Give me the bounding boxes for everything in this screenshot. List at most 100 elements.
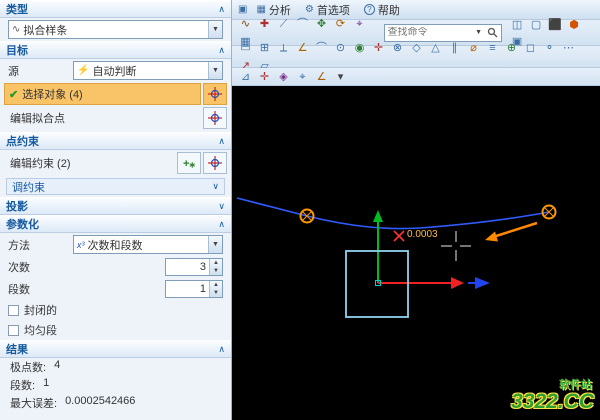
shaded-cube-icon[interactable]: ⬛ [547,16,564,33]
spinner-down-icon[interactable]: ▼ [210,267,222,275]
select-object-button[interactable]: ✔ 选择对象 (4) [4,83,201,105]
rotate-icon[interactable]: ⟳ [332,15,349,32]
arc-snap-icon[interactable]: ⌒ [313,39,330,56]
point-icon[interactable]: ✚ [256,15,273,32]
point-dialog-button[interactable] [203,83,227,105]
search-dropdown-arrow-icon[interactable]: ▼ [473,29,485,36]
chevron-up-icon[interactable]: ∧ [218,4,225,15]
add-constraint-button[interactable]: +⁎ [177,152,201,174]
section-header-parameterization[interactable]: 参数化 ∧ [0,215,231,233]
edit-constraints-row: 编辑约束 (2) +⁎ [0,150,231,176]
constraint-buttons: +⁎ [177,152,227,174]
source-dropdown[interactable]: ⚡ 自动判断 ▼ [73,61,223,80]
triangle-icon[interactable]: △ [427,39,444,56]
result-row-segments: 段数: 1 [0,376,231,394]
closed-checkbox[interactable] [8,304,19,316]
dropdown-more-icon[interactable]: ▾ [332,68,349,85]
degree-row: 次数 3 ▲ ▼ [0,256,231,278]
target-icon[interactable]: ⌖ [294,69,311,86]
chevron-up-icon[interactable]: ∧ [218,344,225,355]
view-layout-icon[interactable]: ◫ [509,16,526,33]
edit-fit-points-label: 编辑拟合点 [10,113,65,125]
type-dropdown[interactable]: ∿ 拟合样条 ▼ [8,20,223,39]
constraint-list-bar[interactable]: 调约束 ∨ [6,178,225,195]
section-header-constraints[interactable]: 点约束 ∧ [0,132,231,150]
dropdown-arrow-icon[interactable]: ▼ [208,236,222,253]
spinner-up-icon[interactable]: ▲ [210,259,222,267]
source-dropdown-value: 自动判断 [92,65,137,78]
selection-toolbar: ⊿ ✛ ◈ ⌖ ∠ ▾ [232,68,600,86]
closed-checkbox-row[interactable]: 封闭的 [0,300,231,320]
render-style-icon[interactable]: ▢ [528,16,545,33]
section-header-target[interactable]: 目标 ∧ [0,41,231,59]
tangent-arrow-handle[interactable] [485,221,538,242]
x-axis-arrow[interactable] [378,277,464,289]
plus-icon[interactable]: ✛ [256,68,273,85]
segments-spinner[interactable]: 1 ▲ ▼ [165,280,223,298]
square-icon[interactable]: ◻ [522,39,539,56]
error-x-marker [393,230,405,242]
window-icon[interactable]: ▣ [238,4,247,15]
crosshair-icon[interactable]: ✛ [370,39,387,56]
method-dropdown[interactable]: x³ 次数和段数 ▼ [73,235,223,254]
midpoint-icon[interactable]: ◉ [351,39,368,56]
dropdown-arrow-icon[interactable]: ▼ [208,62,222,79]
spinner-down-icon[interactable]: ▼ [210,289,222,297]
snap-grid-icon[interactable]: ⊞ [256,39,273,56]
datum-triangle-icon[interactable]: ⊿ [237,68,254,85]
perpendicular-icon[interactable]: ⟂ [275,40,292,57]
uniform-checkbox[interactable] [8,324,19,336]
dot-icon[interactable]: ⚬ [541,39,558,56]
spline-endpoint-handle-left[interactable] [299,208,315,224]
intersection-icon[interactable]: ⊗ [389,39,406,56]
search-input[interactable] [384,27,473,38]
snap-toolbar: ▭ ⊞ ⟂ ∠ ⌒ ⊙ ◉ ✛ ⊗ ◇ △ ∥ ⌀ ≡ ⊕ ◻ ⚬ ⋯↗ ▱ [232,42,600,72]
chevron-up-icon[interactable]: ∧ [218,136,225,147]
line-icon[interactable]: ⟋ [275,16,292,33]
chevron-down-icon[interactable]: ∨ [212,181,219,192]
gem-icon[interactable]: ◈ [275,68,292,85]
dropdown-arrow-icon[interactable]: ▼ [208,21,222,38]
angle2-icon[interactable]: ∠ [313,68,330,85]
edit-fit-points-button[interactable] [203,107,227,129]
align-icon[interactable]: ≡ [484,40,501,57]
crosshair-target-icon [208,156,222,170]
result-row-max-error: 最大误差: 0.0002542466 [0,394,231,412]
parallel-icon[interactable]: ∥ [446,39,463,56]
constraint-point-button[interactable] [203,152,227,174]
spline-curve[interactable] [236,197,550,230]
spline-endpoint-handle-right[interactable] [541,204,557,220]
section-header-projection[interactable]: 投影 ∨ [0,197,231,215]
segments-value: 1 [199,283,206,295]
analysis-icon: ▦ [256,4,266,15]
diameter-icon[interactable]: ⌀ [465,39,482,56]
uniform-checkbox-row[interactable]: 均匀段 [0,320,231,340]
cylinder-icon[interactable]: ⬢ [566,16,583,33]
circle-center-icon[interactable]: ⊙ [332,39,349,56]
section-header-type[interactable]: 类型 ∧ [0,0,231,18]
graphics-viewport[interactable]: 0.0003 软件站 3322.CC [232,86,600,420]
move-object-icon[interactable]: ✥ [313,15,330,32]
chevron-up-icon[interactable]: ∧ [218,219,225,230]
spinner-arrows[interactable]: ▲ ▼ [209,281,222,297]
spinner-arrows[interactable]: ▲ ▼ [209,259,222,275]
chevron-up-icon[interactable]: ∧ [218,45,225,56]
snap-rect-icon[interactable]: ▭ [237,39,254,56]
chevron-down-icon[interactable]: ∨ [218,201,225,212]
search-icon[interactable] [485,27,501,38]
axis-handle-blue[interactable] [468,277,490,289]
sketch-curve-icon[interactable]: ∿ [237,15,254,32]
method-label: 方法 [8,239,30,252]
y-axis-arrow[interactable] [373,210,383,283]
degree-spinner[interactable]: 3 ▲ ▼ [165,258,223,276]
measure-icon[interactable]: ⌖ [351,16,368,33]
point-on-curve-icon[interactable]: ⊕ [503,39,520,56]
degree-value: 3 [199,261,206,273]
more-icon[interactable]: ⋯ [560,39,577,56]
section-header-results[interactable]: 结果 ∧ [0,340,231,358]
spinner-up-icon[interactable]: ▲ [210,281,222,289]
angle-icon[interactable]: ∠ [294,39,311,56]
nx-application-window: 类型 ∧ ∿ 拟合样条 ▼ 目标 ∧ 源 ⚡ 自动判断 ▼ ✔ 选择对象 (4)… [0,0,600,420]
arc-icon[interactable]: ⌒ [294,15,311,32]
diamond-icon[interactable]: ◇ [408,39,425,56]
